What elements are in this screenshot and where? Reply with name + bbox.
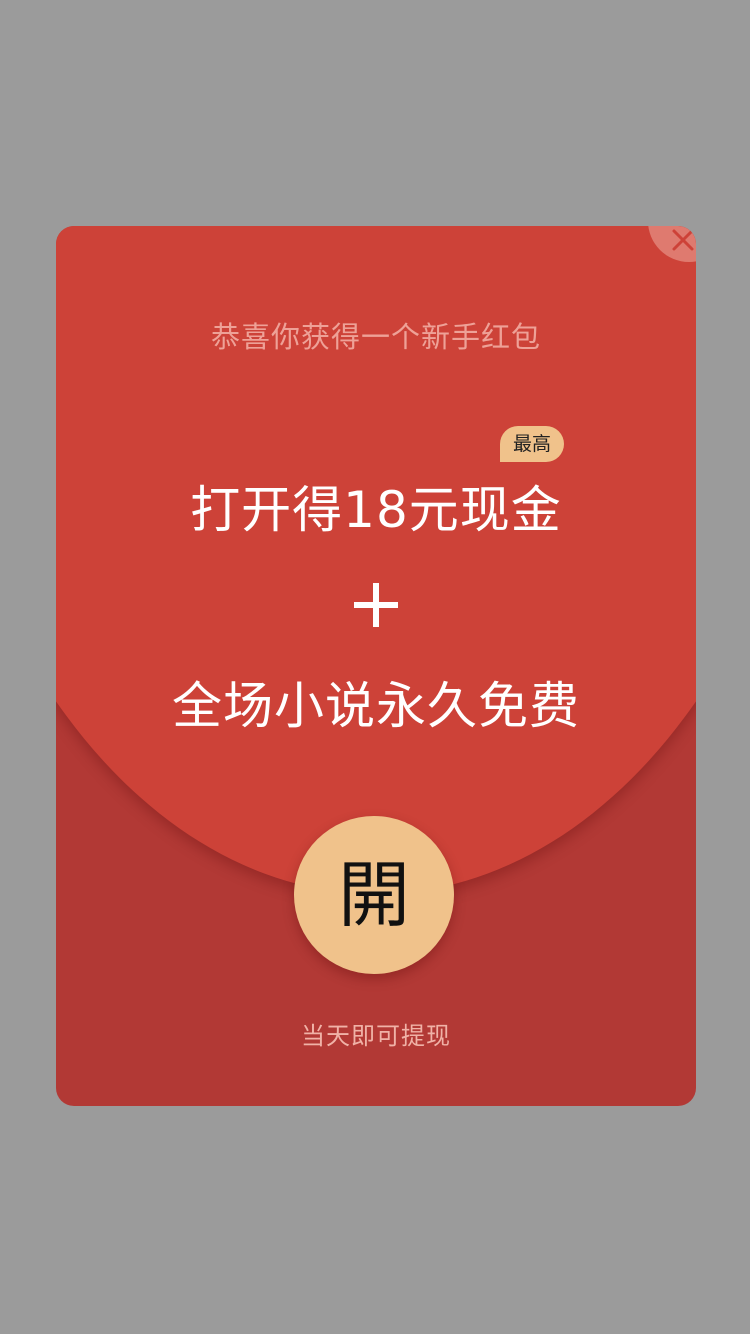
congrats-subtitle: 恭喜你获得一个新手红包 <box>210 320 541 354</box>
max-badge: 最高 <box>500 426 564 462</box>
red-envelope-modal: 恭喜你获得一个新手红包 最高 打开得18元现金 全场小说永久免费 開 当天即可提… <box>56 226 696 1106</box>
free-novels-line: 全场小说永久免费 <box>172 677 580 735</box>
plus-icon <box>354 583 398 627</box>
withdraw-note: 当天即可提现 <box>301 1022 451 1050</box>
open-button[interactable]: 開 <box>294 816 454 974</box>
close-icon <box>672 229 694 251</box>
reward-headline: 打开得18元现金 <box>190 481 562 539</box>
